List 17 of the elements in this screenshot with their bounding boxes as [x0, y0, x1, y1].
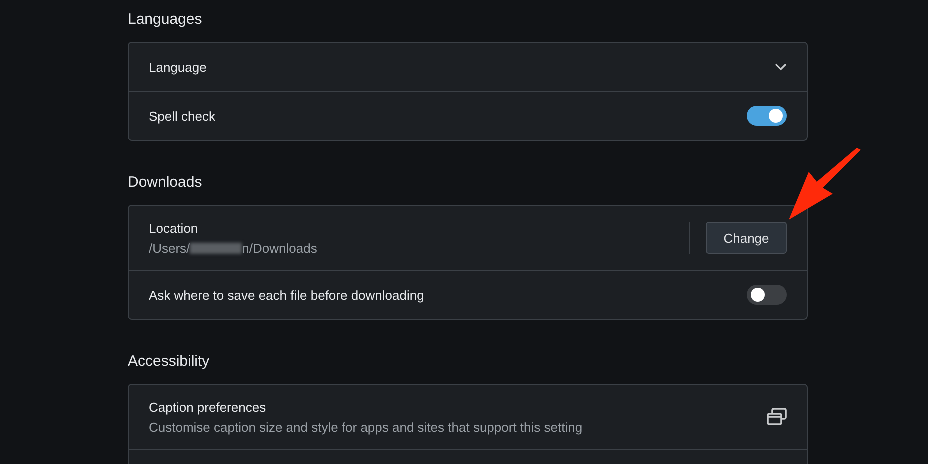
- setting-label: Spell check: [149, 108, 216, 124]
- path-text: /Users/: [149, 240, 190, 256]
- change-button[interactable]: Change: [706, 222, 787, 254]
- toggle-switch[interactable]: [747, 285, 787, 305]
- setting-label: Location: [149, 220, 200, 236]
- setting-description: Customise caption size and style for apps and sites that support this setting: [149, 420, 584, 434]
- setting-label: Caption preferences: [149, 400, 268, 414]
- section-heading: Languages: [128, 10, 204, 30]
- setting-label: Ask where to save each file before downloading: [149, 288, 426, 302]
- setting-label: Language: [149, 60, 208, 74]
- path-text: n/Downloads: [242, 240, 318, 256]
- toggle-switch[interactable]: [747, 106, 787, 126]
- redacted-block: [190, 242, 242, 254]
- chevron-icon[interactable]: [775, 63, 787, 71]
- section-heading: Accessibility: [128, 352, 211, 372]
- open-in-new-window-icon[interactable]: [767, 408, 787, 426]
- section-heading: Downloads: [128, 173, 204, 193]
